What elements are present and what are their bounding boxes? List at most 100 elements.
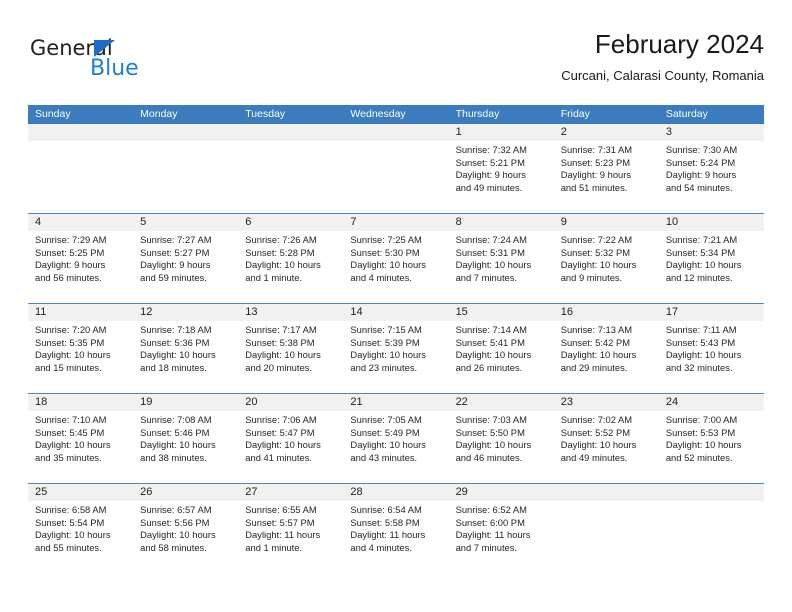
week-row: 1 Sunrise: 7:32 AM Sunset: 5:21 PM Dayli… [28, 124, 764, 213]
day-details: Sunrise: 7:10 AM Sunset: 5:45 PM Dayligh… [28, 411, 133, 464]
day-cell[interactable] [553, 484, 659, 573]
weekday-header-row: Sunday Monday Tuesday Wednesday Thursday… [28, 105, 764, 124]
day-number: 2 [553, 124, 659, 141]
page-subtitle: Curcani, Calarasi County, Romania [561, 68, 764, 83]
daylight-text-line1: Daylight: 10 hours [35, 529, 111, 541]
day-cell[interactable] [133, 124, 239, 213]
day-cell[interactable]: 18 Sunrise: 7:10 AM Sunset: 5:45 PM Dayl… [28, 394, 134, 483]
day-cell[interactable]: 5 Sunrise: 7:27 AM Sunset: 5:27 PM Dayli… [133, 214, 239, 303]
weekday-header-sunday: Sunday [35, 108, 71, 120]
sunrise-text: Sunrise: 7:10 AM [35, 414, 107, 425]
day-number: 6 [238, 214, 344, 231]
day-number: 17 [658, 304, 764, 321]
daylight-text-line2: and 51 minutes. [560, 181, 628, 193]
day-cell[interactable]: 14 Sunrise: 7:15 AM Sunset: 5:39 PM Dayl… [343, 304, 449, 393]
sunset-text: Sunset: 5:24 PM [665, 156, 736, 168]
sunset-text: Sunset: 6:00 PM [455, 516, 525, 528]
sunrise-text: Sunrise: 7:15 AM [350, 324, 422, 335]
daylight-text-line2: and 29 minutes. [560, 361, 628, 373]
day-cell[interactable]: 9 Sunrise: 7:22 AM Sunset: 5:32 PM Dayli… [553, 214, 659, 303]
day-cell[interactable]: 12 Sunrise: 7:18 AM Sunset: 5:36 PM Dayl… [133, 304, 239, 393]
triangle-icon [94, 40, 115, 57]
day-cell[interactable]: 2 Sunrise: 7:31 AM Sunset: 5:23 PM Dayli… [553, 124, 659, 213]
sunrise-text: Sunrise: 7:08 AM [140, 414, 212, 425]
sunrise-text: Sunrise: 7:14 AM [455, 324, 527, 335]
day-cell[interactable] [658, 484, 764, 573]
day-cell[interactable]: 25 Sunrise: 6:58 AM Sunset: 5:54 PM Dayl… [28, 484, 134, 573]
day-number: 24 [658, 394, 764, 411]
sunset-text: Sunset: 5:58 PM [350, 516, 420, 528]
daylight-text-line2: and 43 minutes. [350, 451, 418, 463]
day-details: Sunrise: 7:08 AM Sunset: 5:46 PM Dayligh… [133, 411, 238, 464]
day-cell[interactable] [343, 124, 449, 213]
day-cell[interactable]: 19 Sunrise: 7:08 AM Sunset: 5:46 PM Dayl… [133, 394, 239, 483]
day-details: Sunrise: 7:29 AM Sunset: 5:25 PM Dayligh… [28, 231, 133, 284]
day-details: Sunrise: 6:58 AM Sunset: 5:54 PM Dayligh… [28, 501, 133, 554]
day-number: 16 [553, 304, 659, 321]
day-cell[interactable]: 1 Sunrise: 7:32 AM Sunset: 5:21 PM Dayli… [448, 124, 554, 213]
daylight-text-line2: and 49 minutes. [455, 181, 523, 193]
sunset-text: Sunset: 5:56 PM [140, 516, 210, 528]
day-cell[interactable]: 22 Sunrise: 7:03 AM Sunset: 5:50 PM Dayl… [448, 394, 554, 483]
sunrise-text: Sunrise: 7:25 AM [350, 234, 422, 245]
day-cell[interactable]: 4 Sunrise: 7:29 AM Sunset: 5:25 PM Dayli… [28, 214, 134, 303]
day-cell[interactable]: 28 Sunrise: 6:54 AM Sunset: 5:58 PM Dayl… [343, 484, 449, 573]
day-number: 25 [28, 484, 134, 501]
day-cell[interactable]: 8 Sunrise: 7:24 AM Sunset: 5:31 PM Dayli… [448, 214, 554, 303]
day-cell[interactable]: 15 Sunrise: 7:14 AM Sunset: 5:41 PM Dayl… [448, 304, 554, 393]
day-details: Sunrise: 7:18 AM Sunset: 5:36 PM Dayligh… [133, 321, 238, 374]
day-number [28, 124, 134, 141]
sunrise-text: Sunrise: 7:27 AM [140, 234, 212, 245]
day-cell[interactable]: 27 Sunrise: 6:55 AM Sunset: 5:57 PM Dayl… [238, 484, 344, 573]
sunset-text: Sunset: 5:30 PM [350, 246, 420, 258]
day-cell[interactable] [238, 124, 344, 213]
day-details: Sunrise: 7:03 AM Sunset: 5:50 PM Dayligh… [449, 411, 554, 464]
sunset-text: Sunset: 5:53 PM [665, 426, 736, 438]
day-details: Sunrise: 6:54 AM Sunset: 5:58 PM Dayligh… [343, 501, 448, 554]
daylight-text-line2: and 55 minutes. [35, 541, 102, 553]
day-cell[interactable]: 17 Sunrise: 7:11 AM Sunset: 5:43 PM Dayl… [658, 304, 764, 393]
daylight-text-line2: and 56 minutes. [35, 271, 102, 283]
day-cell[interactable]: 7 Sunrise: 7:25 AM Sunset: 5:30 PM Dayli… [343, 214, 449, 303]
day-cell[interactable]: 20 Sunrise: 7:06 AM Sunset: 5:47 PM Dayl… [238, 394, 344, 483]
day-cell[interactable]: 24 Sunrise: 7:00 AM Sunset: 5:53 PM Dayl… [658, 394, 764, 483]
day-cell[interactable]: 26 Sunrise: 6:57 AM Sunset: 5:56 PM Dayl… [133, 484, 239, 573]
sunrise-text: Sunrise: 7:00 AM [665, 414, 738, 425]
sunrise-text: Sunrise: 7:26 AM [245, 234, 317, 245]
sunset-text: Sunset: 5:21 PM [455, 156, 525, 168]
day-details: Sunrise: 6:52 AM Sunset: 6:00 PM Dayligh… [449, 501, 554, 554]
day-cell[interactable]: 21 Sunrise: 7:05 AM Sunset: 5:49 PM Dayl… [343, 394, 449, 483]
daylight-text-line1: Daylight: 10 hours [665, 349, 742, 361]
day-cell[interactable]: 16 Sunrise: 7:13 AM Sunset: 5:42 PM Dayl… [553, 304, 659, 393]
day-cell[interactable]: 3 Sunrise: 7:30 AM Sunset: 5:24 PM Dayli… [658, 124, 764, 213]
sunrise-text: Sunrise: 7:21 AM [665, 234, 738, 245]
day-cell[interactable]: 13 Sunrise: 7:17 AM Sunset: 5:38 PM Dayl… [238, 304, 344, 393]
day-cell[interactable]: 11 Sunrise: 7:20 AM Sunset: 5:35 PM Dayl… [28, 304, 134, 393]
daylight-text-line1: Daylight: 10 hours [560, 349, 637, 361]
day-number: 23 [553, 394, 659, 411]
week-row: 11 Sunrise: 7:20 AM Sunset: 5:35 PM Dayl… [28, 303, 764, 393]
day-cell[interactable]: 23 Sunrise: 7:02 AM Sunset: 5:52 PM Dayl… [553, 394, 659, 483]
day-details: Sunrise: 7:24 AM Sunset: 5:31 PM Dayligh… [449, 231, 554, 284]
sunset-text: Sunset: 5:45 PM [35, 426, 105, 438]
day-number: 1 [448, 124, 554, 141]
day-cell[interactable]: 29 Sunrise: 6:52 AM Sunset: 6:00 PM Dayl… [448, 484, 554, 573]
sunset-text: Sunset: 5:31 PM [455, 246, 525, 258]
daylight-text-line2: and 58 minutes. [140, 541, 207, 553]
day-cell[interactable]: 10 Sunrise: 7:21 AM Sunset: 5:34 PM Dayl… [658, 214, 764, 303]
daylight-text-line1: Daylight: 9 hours [665, 169, 737, 181]
day-cell[interactable] [28, 124, 134, 213]
week-row: 4 Sunrise: 7:29 AM Sunset: 5:25 PM Dayli… [28, 213, 764, 303]
daylight-text-line2: and 52 minutes. [665, 451, 733, 463]
day-number: 13 [238, 304, 344, 321]
daylight-text-line2: and 46 minutes. [455, 451, 523, 463]
day-cell[interactable]: 6 Sunrise: 7:26 AM Sunset: 5:28 PM Dayli… [238, 214, 344, 303]
daylight-text-line2: and 41 minutes. [245, 451, 312, 463]
sunrise-text: Sunrise: 7:32 AM [455, 144, 527, 155]
day-number: 7 [343, 214, 449, 231]
day-number: 4 [28, 214, 134, 231]
daylight-text-line2: and 23 minutes. [350, 361, 418, 373]
sunrise-text: Sunrise: 6:52 AM [455, 504, 527, 515]
day-details: Sunrise: 7:26 AM Sunset: 5:28 PM Dayligh… [238, 231, 343, 284]
daylight-text-line1: Daylight: 9 hours [455, 169, 526, 181]
